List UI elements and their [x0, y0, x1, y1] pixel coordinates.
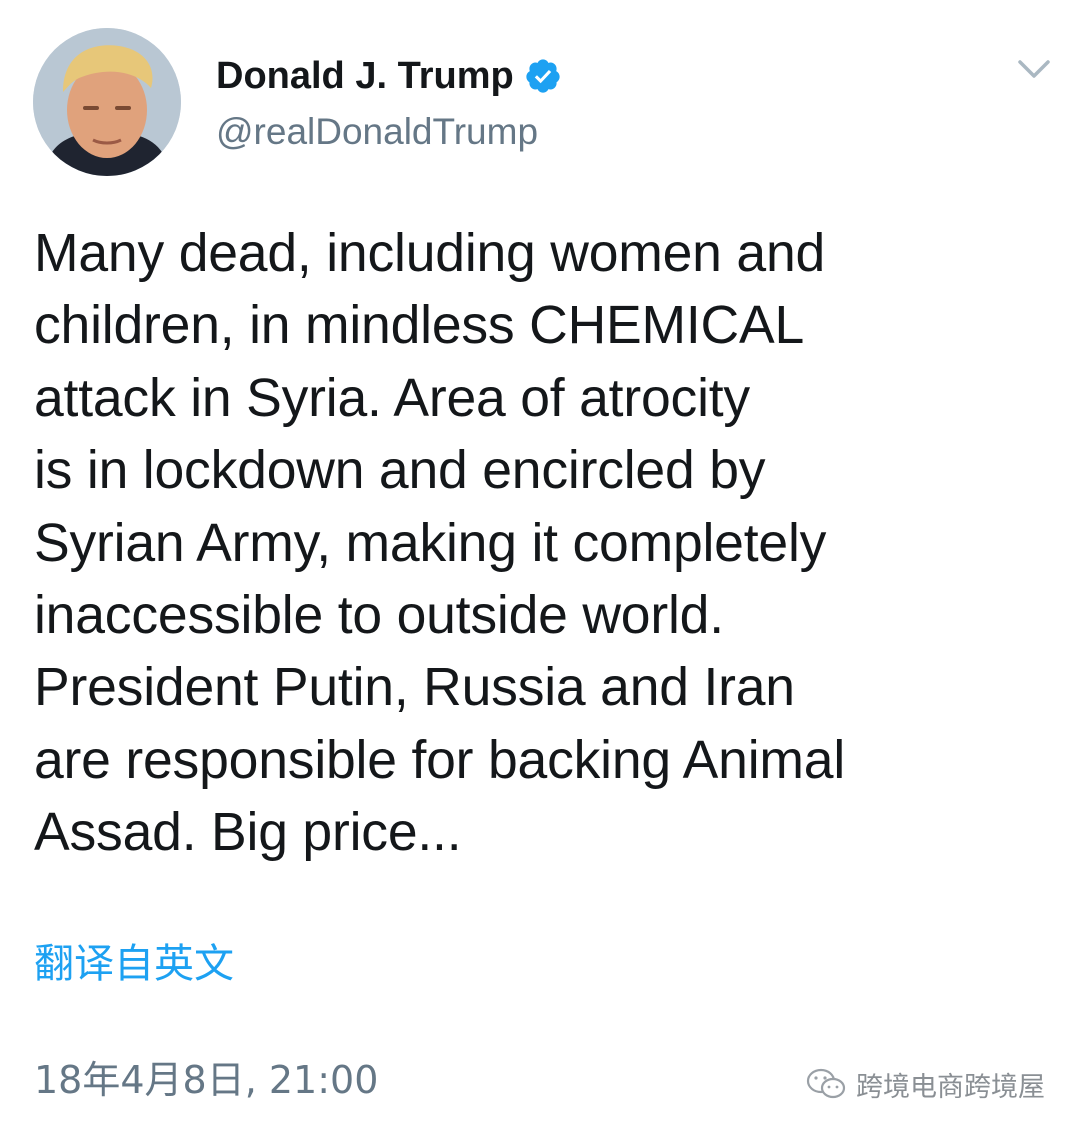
verified-badge-icon	[526, 59, 560, 93]
tweet-text: Many dead, including women and children,…	[34, 224, 846, 863]
avatar-image	[33, 28, 181, 176]
tweet-timestamp[interactable]: 18年4月8日, 21:00	[34, 1056, 378, 1104]
avatar[interactable]	[33, 28, 181, 176]
translate-link[interactable]: 翻译自英文	[34, 938, 234, 990]
chevron-down-icon[interactable]	[1012, 52, 1056, 88]
watermark: 跨境电商跨境屋	[806, 1062, 1045, 1106]
author-handle[interactable]: @realDonaldTrump	[216, 110, 538, 154]
author-name-row[interactable]: Donald J. Trump	[216, 54, 562, 98]
watermark-text: 跨境电商跨境屋	[856, 1071, 1045, 1103]
wechat-icon	[806, 1068, 846, 1099]
author-display-name[interactable]: Donald J. Trump	[216, 54, 514, 98]
